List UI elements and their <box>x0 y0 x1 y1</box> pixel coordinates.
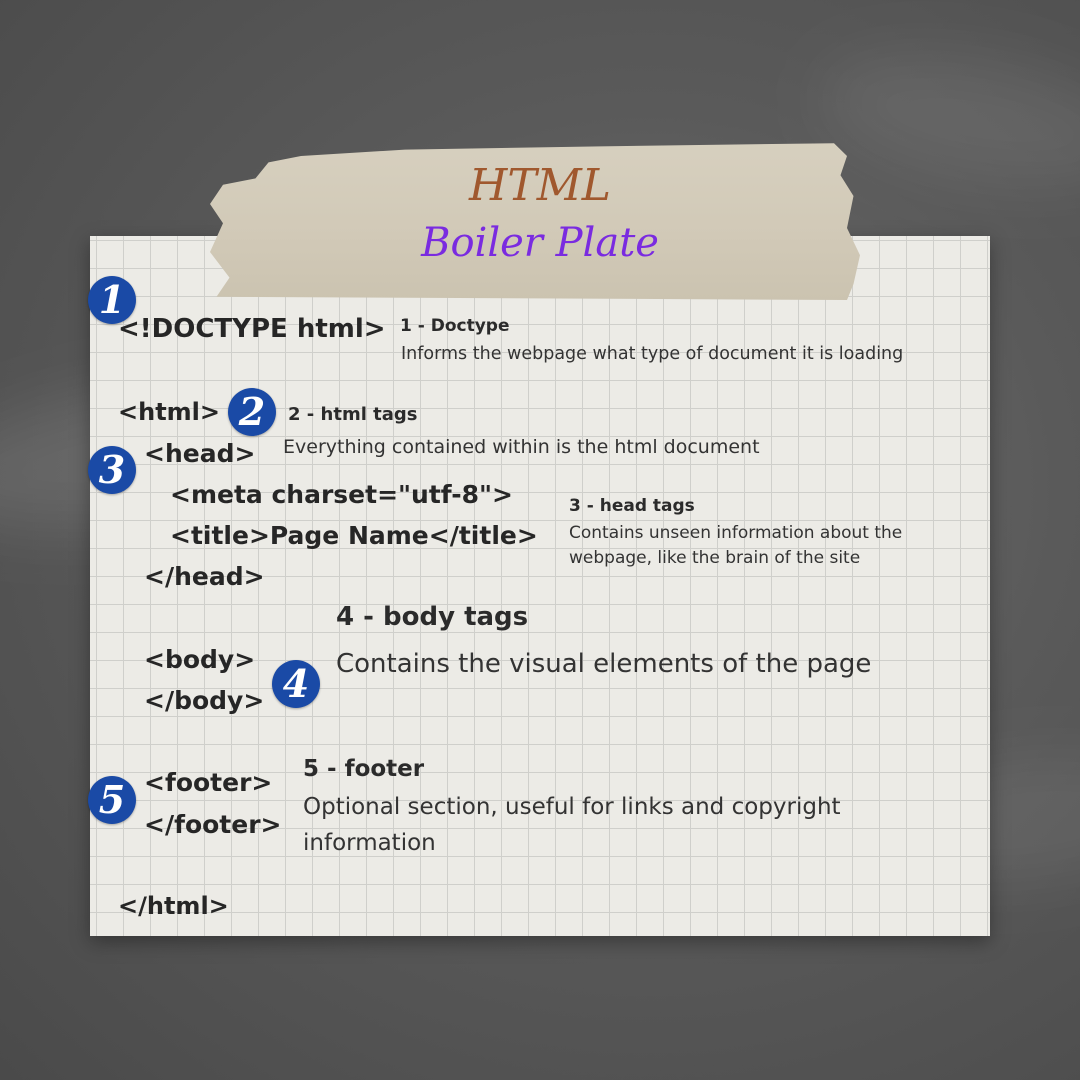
note-head-text: Contains unseen information about the we… <box>569 523 903 568</box>
note-doctype-heading: 1 - Doctype <box>400 316 510 336</box>
note-head-heading: 3 - head tags <box>569 496 695 516</box>
code-html-open: <html> <box>118 398 221 426</box>
code-head-close: </head> <box>144 562 265 591</box>
code-doctype: <!DOCTYPE html> <box>118 314 386 344</box>
note-doctype-text: Informs the webpage what type of documen… <box>401 344 904 364</box>
page-title: HTML <box>469 160 611 211</box>
note-body-text: Contains the visual elements of the page <box>336 649 872 679</box>
code-head-open: <head> <box>144 439 256 468</box>
code-title-tag: <title>Page Name</title> <box>170 521 538 550</box>
note-body-heading: 4 - body tags <box>336 602 529 632</box>
number-badge-3: 3 <box>88 446 136 494</box>
note-html-heading: 2 - html tags <box>288 404 418 425</box>
code-footer-open: <footer> <box>144 768 273 797</box>
number-badge-2: 2 <box>228 388 276 436</box>
code-html-close: </html> <box>118 892 229 920</box>
code-meta: <meta charset="utf-8"> <box>170 480 513 509</box>
note-footer-text: Optional section, useful for links and c… <box>303 794 841 856</box>
page-subtitle: Boiler Plate <box>421 220 659 266</box>
code-footer-close: </footer> <box>144 810 282 839</box>
code-body-open: <body> <box>144 645 256 674</box>
number-badge-5: 5 <box>88 776 136 824</box>
note-html-text: Everything contained within is the html … <box>283 436 760 458</box>
code-body-close: </body> <box>144 686 265 715</box>
number-badge-4: 4 <box>272 660 320 708</box>
note-footer-heading: 5 - footer <box>303 756 425 782</box>
